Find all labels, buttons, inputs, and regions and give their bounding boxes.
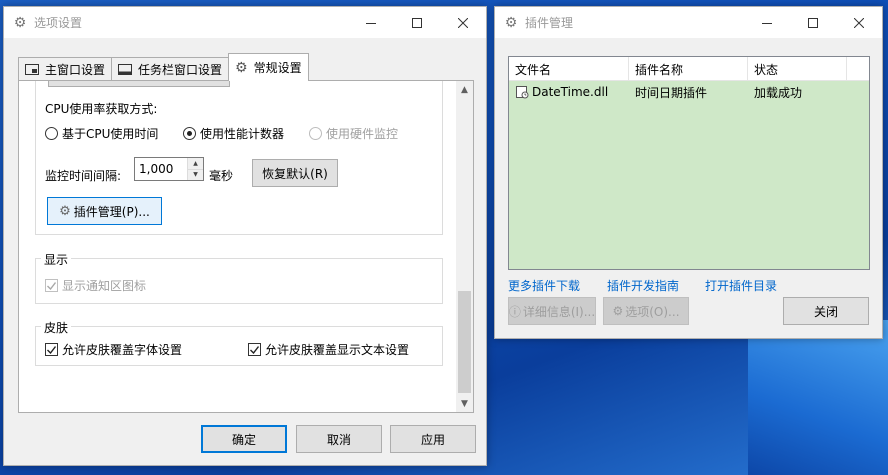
button-label: 详细信息(I)... xyxy=(522,304,596,319)
button-label: 插件管理(P)... xyxy=(73,204,150,219)
minimize-icon xyxy=(762,22,772,24)
radio-label: 基于CPU使用时间 xyxy=(62,127,159,141)
radio-hw-monitor[interactable]: 使用硬件监控 xyxy=(309,125,398,142)
spin-up-icon[interactable]: ▲ xyxy=(188,158,203,170)
plugin-titlebar[interactable]: ⚙ 插件管理 xyxy=(495,7,882,38)
plugin-icon: ⚙ xyxy=(504,14,518,31)
details-button[interactable]: ⓘ 详细信息(I)... xyxy=(508,297,596,325)
vertical-scrollbar[interactable]: ▲ ▼ xyxy=(456,81,473,412)
maximize-button[interactable] xyxy=(790,7,836,38)
maximize-icon xyxy=(412,17,422,28)
minimize-icon xyxy=(366,22,376,24)
cpu-method-label: CPU使用率获取方式: xyxy=(45,102,158,116)
column-header-status[interactable]: 状态 xyxy=(748,57,847,81)
spin-down-icon[interactable]: ▼ xyxy=(188,169,203,180)
tab-label: 常规设置 xyxy=(253,61,302,75)
scroll-up-icon[interactable]: ▲ xyxy=(456,81,473,98)
radio-perf-counter[interactable]: 使用性能计数器 xyxy=(183,125,284,142)
apply-button[interactable]: 应用 xyxy=(390,425,476,453)
interval-spinner[interactable]: 1,000 ▲ ▼ xyxy=(134,157,204,181)
cell-name: 时间日期插件 xyxy=(635,85,708,100)
tab-general-settings[interactable]: ⚙ 常规设置 xyxy=(228,53,309,81)
button-label: 选项(O)... xyxy=(625,304,680,319)
display-group-title: 显示 xyxy=(41,251,72,268)
skin-group-title: 皮肤 xyxy=(41,319,72,336)
checkbox-indicator xyxy=(248,343,261,356)
settings-window-title: 选项设置 xyxy=(34,16,83,30)
gear-icon: ⚙ xyxy=(612,304,624,318)
minimize-button[interactable] xyxy=(744,7,790,38)
window-icon xyxy=(25,64,39,75)
tab-label: 任务栏窗口设置 xyxy=(138,63,223,77)
close-icon xyxy=(854,17,864,28)
close-dialog-button[interactable]: 关闭 xyxy=(783,297,869,325)
cancel-button[interactable]: 取消 xyxy=(296,425,382,453)
check-icon xyxy=(47,281,56,290)
table-row[interactable]: DateTime.dll 时间日期插件 加载成功 xyxy=(509,81,869,103)
close-button[interactable] xyxy=(440,7,486,38)
options-button[interactable]: ⚙ 选项(O)... xyxy=(603,297,689,325)
plugin-manage-button[interactable]: ⚙ 插件管理(P)... xyxy=(47,197,162,225)
plugin-dev-guide-link[interactable]: 插件开发指南 xyxy=(607,277,679,294)
checkbox-label: 显示通知区图标 xyxy=(62,279,147,293)
open-plugin-dir-link[interactable]: 打开插件目录 xyxy=(705,277,777,294)
cell-status: 加载成功 xyxy=(754,85,803,100)
column-header-filler xyxy=(847,57,869,81)
settings-titlebar[interactable]: ⚙ 选项设置 xyxy=(4,7,486,38)
cell-file: DateTime.dll xyxy=(509,85,629,99)
interval-label: 监控时间间隔: xyxy=(45,169,122,183)
gear-icon: ⚙ xyxy=(13,14,27,31)
gear-icon: ⚙ xyxy=(235,59,248,76)
column-header-file[interactable]: 文件名 xyxy=(509,57,629,81)
radio-cpu-time[interactable]: 基于CPU使用时间 xyxy=(45,125,158,142)
scroll-down-icon[interactable]: ▼ xyxy=(456,395,473,412)
interval-unit: 毫秒 xyxy=(209,169,234,183)
column-header-name[interactable]: 插件名称 xyxy=(629,57,748,81)
minimize-button[interactable] xyxy=(348,7,394,38)
info-icon: ⓘ xyxy=(508,304,521,319)
maximize-icon xyxy=(808,17,818,28)
plugin-file-name: DateTime.dll xyxy=(532,85,609,99)
desktop-background xyxy=(748,320,888,475)
scrollbar-thumb[interactable] xyxy=(458,291,471,393)
close-button[interactable] xyxy=(836,7,882,38)
tab-main-window[interactable]: 主窗口设置 xyxy=(18,57,113,81)
radio-label: 使用硬件监控 xyxy=(326,127,399,141)
radio-indicator xyxy=(309,127,322,140)
plugin-window-title: 插件管理 xyxy=(525,16,574,30)
settings-window: ⚙ 选项设置 主窗口设置 任务栏窗口设置 ⚙ 常规设置 CPU使用率获取方式: … xyxy=(3,6,487,466)
show-tray-icon-checkbox[interactable]: 显示通知区图标 xyxy=(45,277,146,294)
restore-default-button[interactable]: 恢复默认(R) xyxy=(252,159,338,187)
interval-value[interactable]: 1,000 xyxy=(135,162,187,176)
tab-label: 主窗口设置 xyxy=(45,63,106,77)
plugin-file-icon xyxy=(515,85,529,99)
settings-tabs: 主窗口设置 任务栏窗口设置 ⚙ 常规设置 xyxy=(18,53,309,81)
checkbox-indicator xyxy=(45,279,58,292)
radio-label: 使用性能计数器 xyxy=(200,127,285,141)
maximize-button[interactable] xyxy=(394,7,440,38)
plugin-list-header: 文件名 插件名称 状态 xyxy=(509,57,869,81)
plugin-list[interactable]: 文件名 插件名称 状态 DateTime.dll 时间日期插件 加载成功 xyxy=(508,56,870,270)
general-settings-panel: CPU使用率获取方式: 基于CPU使用时间 使用性能计数器 使用硬件监控 监控时… xyxy=(18,80,474,413)
checkbox-label: 允许皮肤覆盖显示文本设置 xyxy=(265,343,410,357)
plugin-manager-window: ⚙ 插件管理 文件名 插件名称 状态 DateTime.dll 时间日期插件 加… xyxy=(494,6,883,339)
allow-skin-text-checkbox[interactable]: 允许皮肤覆盖显示文本设置 xyxy=(248,341,409,358)
taskbar-icon xyxy=(118,64,133,75)
ok-button[interactable]: 确定 xyxy=(201,425,287,453)
radio-indicator xyxy=(183,127,196,140)
gear-icon: ⚙ xyxy=(59,203,71,219)
check-icon xyxy=(47,345,56,354)
close-icon xyxy=(458,17,468,28)
tab-taskbar-window[interactable]: 任务栏窗口设置 xyxy=(111,57,230,81)
checkbox-indicator xyxy=(45,343,58,356)
radio-indicator xyxy=(45,127,58,140)
checkbox-label: 允许皮肤覆盖字体设置 xyxy=(62,343,183,357)
more-plugins-link[interactable]: 更多插件下载 xyxy=(508,277,580,294)
check-icon xyxy=(250,345,259,354)
allow-skin-font-checkbox[interactable]: 允许皮肤覆盖字体设置 xyxy=(45,341,182,358)
